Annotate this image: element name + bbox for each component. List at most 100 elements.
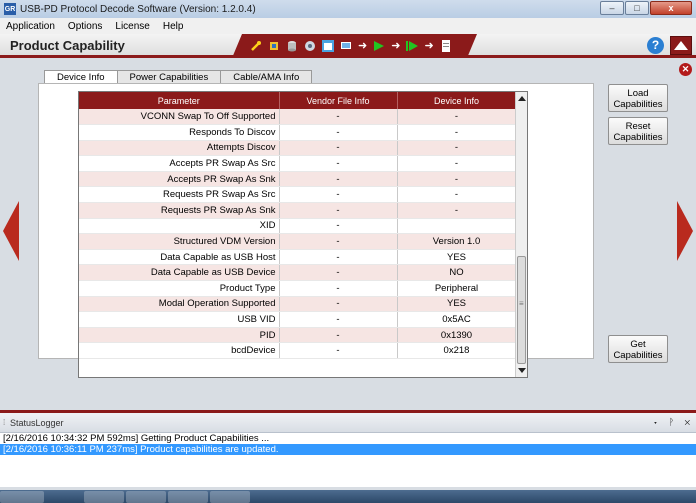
log-line[interactable]: [2/16/2016 10:34:32 PM 592ms] Getting Pr… xyxy=(0,433,696,444)
menu-application[interactable]: Application xyxy=(6,21,55,32)
table-row[interactable]: XID - xyxy=(79,218,517,235)
vendor-cell: - xyxy=(279,155,398,172)
taskbar-item[interactable] xyxy=(126,491,166,503)
vendor-cell: - xyxy=(279,233,398,250)
table-row[interactable]: USB VID -0x5AC xyxy=(79,311,517,328)
column-header-parameter[interactable]: Parameter xyxy=(79,92,280,109)
param-cell: Data Capable as USB Host xyxy=(79,249,280,266)
vendor-cell: - xyxy=(279,171,398,188)
vendor-cell: - xyxy=(279,296,398,313)
flow-arrow-icon: ➜ xyxy=(358,40,368,52)
taskbar-item[interactable] xyxy=(84,491,124,503)
table-header: Parameter Vendor File Info Device Info xyxy=(79,92,517,109)
param-cell: Accepts PR Swap As Snk xyxy=(79,171,280,188)
scroll-down-icon[interactable] xyxy=(518,368,526,373)
device-cell: Peripheral xyxy=(397,280,517,297)
status-log[interactable]: [2/16/2016 10:34:32 PM 592ms] Getting Pr… xyxy=(0,433,696,487)
vendor-cell: - xyxy=(279,311,398,328)
get-capabilities-button[interactable]: Get Capabilities xyxy=(608,335,668,363)
tab-strip: Device Info Power Capabilities Cable/AMA… xyxy=(44,70,313,85)
table-row[interactable]: VCONN Swap To Off Supported - - xyxy=(79,109,517,126)
step-play-icon[interactable] xyxy=(406,40,418,52)
capability-table: Parameter Vendor File Info Device Info V… xyxy=(78,91,528,378)
window-title: USB-PD Protocol Decode Software (Version… xyxy=(20,3,256,15)
param-cell: Modal Operation Supported xyxy=(79,296,280,313)
device-cell: - xyxy=(397,186,517,204)
page-title: Product Capability xyxy=(10,38,125,53)
taskbar xyxy=(0,490,696,503)
table-row[interactable]: Data Capable as USB Device - NO xyxy=(79,264,517,282)
tab-cable-ama-info[interactable]: Cable/AMA Info xyxy=(220,70,313,84)
menu-help[interactable]: Help xyxy=(163,21,184,32)
play-icon[interactable] xyxy=(373,40,385,52)
flow-arrow-icon: ➜ xyxy=(391,40,401,52)
param-cell: Requests PR Swap As Snk xyxy=(79,202,280,219)
taskbar-item[interactable] xyxy=(210,491,250,503)
device-cell: - xyxy=(397,155,517,172)
device-cell: - xyxy=(397,202,517,219)
scroll-thumb[interactable] xyxy=(517,256,526,364)
load-capabilities-label-2: Capabilities xyxy=(613,99,663,110)
device-cell xyxy=(397,218,517,235)
collapse-button[interactable] xyxy=(670,36,692,55)
vendor-cell: - xyxy=(279,327,398,344)
gear-icon[interactable] xyxy=(304,40,316,52)
start-button[interactable] xyxy=(0,491,44,503)
table-row[interactable]: Data Capable as USB Host - YES xyxy=(79,249,517,266)
menu-license[interactable]: License xyxy=(115,21,149,32)
help-button[interactable]: ? xyxy=(647,37,664,54)
table-row[interactable]: Requests PR Swap As Snk - - xyxy=(79,202,517,219)
close-window-button[interactable]: x xyxy=(650,1,692,15)
pane-controls[interactable]: ▾ ᚹ ✕ xyxy=(653,417,694,427)
param-cell: Requests PR Swap As Src xyxy=(79,186,280,204)
table-row[interactable]: Accepts PR Swap As Src - - xyxy=(79,155,517,172)
device-cell: - xyxy=(397,171,517,188)
report-icon[interactable] xyxy=(440,40,452,52)
vendor-cell: - xyxy=(279,202,398,219)
scroll-up-icon[interactable] xyxy=(518,96,526,101)
config-icon[interactable] xyxy=(268,40,280,52)
device-cell: - xyxy=(397,109,517,126)
device-cell: 0x218 xyxy=(397,342,517,359)
load-capabilities-button[interactable]: Load Capabilities xyxy=(608,84,668,112)
maximize-button[interactable]: □ xyxy=(625,1,649,15)
table-row[interactable]: PID -0x1390 xyxy=(79,327,517,344)
monitor-icon[interactable] xyxy=(340,40,352,52)
column-header-device-info[interactable]: Device Info xyxy=(397,92,517,109)
menu-options[interactable]: Options xyxy=(68,21,102,32)
nav-next-arrow[interactable] xyxy=(677,201,693,261)
table-row[interactable]: Product Type - Peripheral xyxy=(79,280,517,297)
param-cell: Responds To Discov xyxy=(79,124,280,141)
log-line-selected[interactable]: [2/16/2016 10:36:11 PM 237ms] Product ca… xyxy=(0,444,696,455)
column-header-vendor-file-info[interactable]: Vendor File Info xyxy=(279,92,398,109)
reset-capabilities-button[interactable]: Reset Capabilities xyxy=(608,117,668,145)
table-scrollbar[interactable] xyxy=(515,92,527,377)
table-row[interactable]: Attempts Discov - - xyxy=(79,140,517,157)
table-row[interactable]: Accepts PR Swap As Snk - - xyxy=(79,171,517,188)
vendor-cell: - xyxy=(279,140,398,157)
device-cell: 0x1390 xyxy=(397,327,517,344)
minimize-button[interactable]: – xyxy=(600,1,624,15)
nav-prev-arrow[interactable] xyxy=(3,201,19,261)
tab-power-capabilities[interactable]: Power Capabilities xyxy=(116,70,222,84)
param-cell: VCONN Swap To Off Supported xyxy=(79,109,280,126)
wand-icon[interactable] xyxy=(250,40,262,52)
window-icon[interactable] xyxy=(322,40,334,52)
param-cell: Accepts PR Swap As Src xyxy=(79,155,280,172)
toolbar: ➜ ➜ ➜ xyxy=(232,34,477,58)
flow-arrow-icon: ➜ xyxy=(424,40,434,52)
table-row[interactable]: Modal Operation Supported - YES xyxy=(79,296,517,313)
table-row[interactable]: bcdDevice -0x218 xyxy=(79,342,517,359)
vendor-cell: - xyxy=(279,342,398,359)
grip-icon[interactable]: ⁞ xyxy=(3,418,5,427)
title-bar: GR USB-PD Protocol Decode Software (Vers… xyxy=(0,0,696,18)
close-panel-button[interactable]: ✕ xyxy=(679,63,692,76)
database-icon[interactable] xyxy=(286,40,298,52)
param-cell: Structured VDM Version xyxy=(79,233,280,250)
taskbar-item[interactable] xyxy=(168,491,208,503)
table-row[interactable]: Requests PR Swap As Src - - xyxy=(79,186,517,204)
param-cell: USB VID xyxy=(79,311,280,328)
device-cell: YES xyxy=(397,249,517,266)
table-row[interactable]: Structured VDM Version - Version 1.0 xyxy=(79,233,517,250)
table-row[interactable]: Responds To Discov - - xyxy=(79,124,517,141)
